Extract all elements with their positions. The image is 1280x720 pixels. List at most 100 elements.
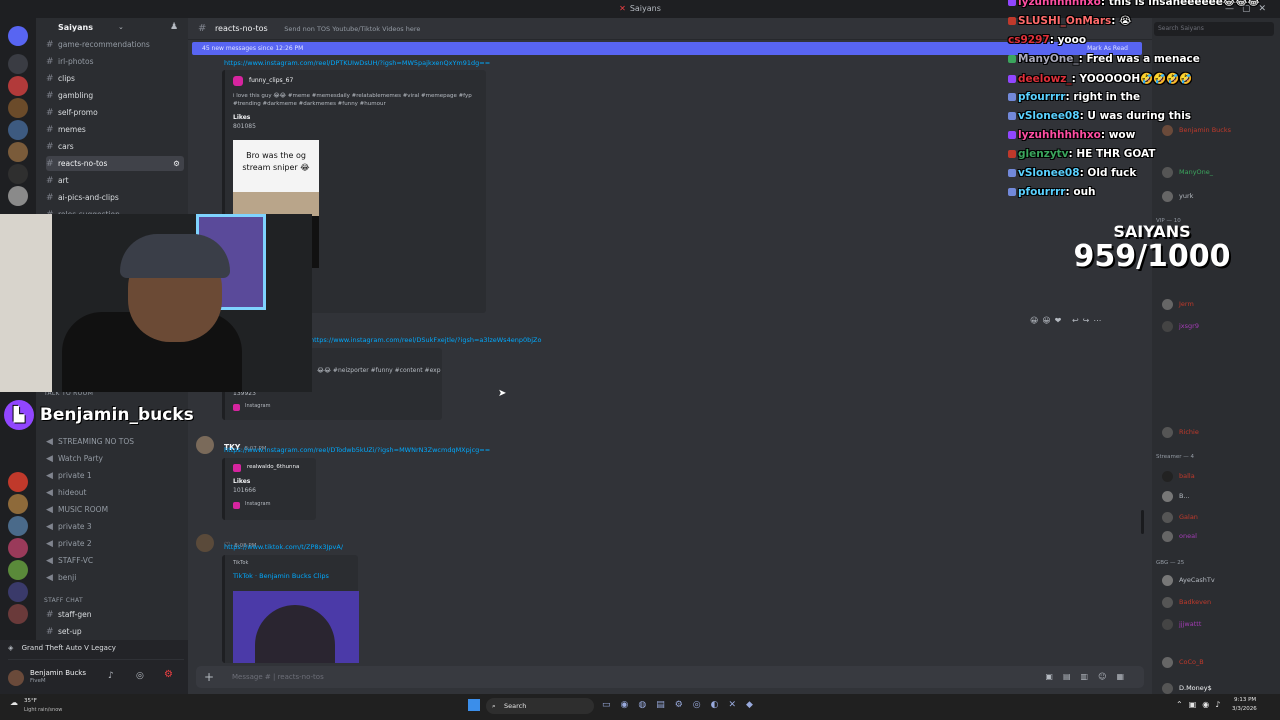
server-icon[interactable] [8, 582, 28, 602]
member-item[interactable]: Badkeven [1162, 594, 1211, 610]
new-messages-banner[interactable]: 45 new messages since 12:26 PM Mark As R… [192, 42, 1142, 55]
voice-channel[interactable]: ◀ hideout [46, 485, 184, 500]
beanie-image [120, 234, 230, 278]
embed-author[interactable]: realwaldo_6thunna [247, 464, 299, 470]
server-icon[interactable] [8, 54, 28, 74]
message-actions[interactable]: 😀😀❤ ↩↪⋯ [1030, 316, 1105, 325]
message-composer[interactable]: + Message # | reacts-no-tos ▣▤▥☺▦ [196, 666, 1144, 688]
message-link[interactable]: https://www.tiktok.com/t/ZP8x3JpvA/ [224, 543, 343, 551]
headphones-icon[interactable]: ◎ [136, 671, 144, 681]
channel-item[interactable]: # gambling [46, 88, 184, 103]
member-item[interactable]: Richie [1162, 424, 1199, 440]
member-item[interactable]: Jerm [1162, 296, 1194, 312]
weather-icon[interactable]: ☁ [10, 698, 18, 707]
member-item[interactable]: Galan [1162, 509, 1198, 525]
settings-icon[interactable]: ⚙ [173, 156, 180, 171]
chevron-down-icon[interactable]: ⌄ [118, 23, 124, 31]
channel-item[interactable]: # art [46, 173, 184, 188]
sub-goal-value: 959/1000 [1073, 239, 1231, 274]
embed-field-label: Likes [233, 478, 251, 485]
server-icon[interactable] [8, 472, 28, 492]
search-icon: ⌕ [492, 702, 496, 710]
forward-icon[interactable]: ↪ [1083, 316, 1094, 325]
speaker-icon: ◀ [46, 556, 53, 566]
server-icon[interactable] [8, 538, 28, 558]
weather-desc: Light rain/snow [24, 707, 63, 713]
channel-item[interactable]: # staff-gen [46, 607, 184, 622]
embed-footer: Instagram [245, 403, 271, 409]
scrollbar[interactable] [1141, 510, 1144, 534]
voice-channel[interactable]: ◀ benji [46, 570, 184, 585]
voice-channel[interactable]: ◀ STAFF-VC [46, 553, 184, 568]
add-attachment-icon[interactable]: + [204, 666, 214, 688]
voice-channel[interactable]: ◀ STREAMING NO TOS [46, 434, 184, 449]
avatar[interactable] [8, 670, 24, 686]
add-user-icon[interactable]: ♟ [170, 22, 178, 32]
reply-icon[interactable]: ↩ [1072, 316, 1083, 325]
voice-channel[interactable]: ◀ Watch Party [46, 451, 184, 466]
member-item[interactable]: AyeCashTv [1162, 572, 1215, 588]
channel-item[interactable]: # cars [46, 139, 184, 154]
taskbar-search[interactable]: ⌕ Search [486, 698, 594, 714]
server-icon[interactable] [8, 516, 28, 536]
system-tray[interactable]: ⌃▣◉♪ [1176, 700, 1226, 709]
server-icon[interactable] [8, 120, 28, 140]
taskbar-apps[interactable]: ▭◉◍▤⚙◎◐✕◆ [602, 700, 763, 710]
clock-time[interactable]: 9:13 PM [1234, 697, 1256, 703]
clock-date[interactable]: 3/3/2026 [1232, 706, 1257, 712]
home-icon[interactable] [8, 26, 28, 46]
instagram-icon [233, 464, 241, 472]
channel-item-active[interactable]: # reacts-no-tos ⚙ [46, 156, 184, 171]
hash-icon: # [46, 142, 54, 152]
badge-icon [1008, 150, 1016, 158]
activity-bar[interactable]: ◈ Grand Theft Auto V Legacy [8, 644, 184, 660]
channel-item[interactable]: # self-promo [46, 105, 184, 120]
channel-item[interactable]: # irl-photos [46, 54, 184, 69]
server-icon[interactable] [8, 164, 28, 184]
embed-caption: 😂😂 #neizporter #funny #content #exp [317, 367, 441, 374]
server-icon[interactable] [8, 186, 28, 206]
server-icon[interactable] [8, 560, 28, 580]
channel-item[interactable]: # ai-pics-and-clips [46, 190, 184, 205]
channel-item[interactable]: # game-recommendations [46, 37, 184, 52]
member-item[interactable]: CoCo_B [1162, 654, 1204, 670]
chat-line: cs9297: yooo [1008, 34, 1087, 46]
channel-item[interactable]: # set-up [46, 624, 184, 639]
member-item[interactable]: jxsgr9 [1162, 318, 1199, 334]
avatar[interactable] [196, 436, 214, 454]
hash-icon: # [46, 91, 54, 101]
server-icon[interactable] [8, 98, 28, 118]
settings-icon[interactable]: ⚙ [164, 669, 173, 680]
server-name[interactable]: Saiyans [58, 23, 93, 32]
voice-channel[interactable]: ◀ MUSIC ROOM [46, 502, 184, 517]
avatar[interactable] [196, 534, 214, 552]
message-link[interactable]: https://www.instagram.com/reel/DTodwb5kU… [224, 446, 490, 454]
embed-author[interactable]: funny_clips_67 [249, 77, 293, 84]
embed-title[interactable]: TikTok · Benjamin Bucks Clips [233, 572, 329, 580]
member-item[interactable]: oneal [1162, 528, 1197, 544]
windows-start-icon[interactable] [468, 699, 480, 711]
voice-channel[interactable]: ◀ private 3 [46, 519, 184, 534]
voice-channel[interactable]: ◀ private 2 [46, 536, 184, 551]
more-icon[interactable]: ⋯ [1093, 316, 1105, 325]
server-icon[interactable] [8, 142, 28, 162]
member-item[interactable]: jjjwattt [1162, 616, 1201, 632]
message-link[interactable]: https://www.instagram.com/reel/DSukFxejt… [310, 336, 541, 344]
hash-icon: # [46, 610, 54, 620]
member-item[interactable]: B... [1162, 488, 1190, 504]
server-icon[interactable] [8, 494, 28, 514]
channel-item[interactable]: # clips [46, 71, 184, 86]
member-item[interactable]: balla [1162, 468, 1195, 484]
server-icon[interactable] [8, 604, 28, 624]
voice-channel[interactable]: ◀ private 1 [46, 468, 184, 483]
channel-item[interactable]: # memes [46, 122, 184, 137]
emoji-reaction-icon[interactable]: 😀😀❤ [1030, 316, 1065, 325]
message-link[interactable]: https://www.instagram.com/reel/DPTKUIwDs… [224, 59, 490, 67]
badge-icon [1008, 0, 1016, 6]
microphone-icon[interactable]: ♪ [108, 671, 114, 681]
video-thumbnail[interactable] [233, 591, 359, 663]
server-icon[interactable] [8, 76, 28, 96]
category-staff[interactable]: STAFF CHAT [44, 597, 83, 604]
composer-tools[interactable]: ▣▤▥☺▦ [1045, 666, 1134, 688]
badge-icon [1008, 75, 1016, 83]
